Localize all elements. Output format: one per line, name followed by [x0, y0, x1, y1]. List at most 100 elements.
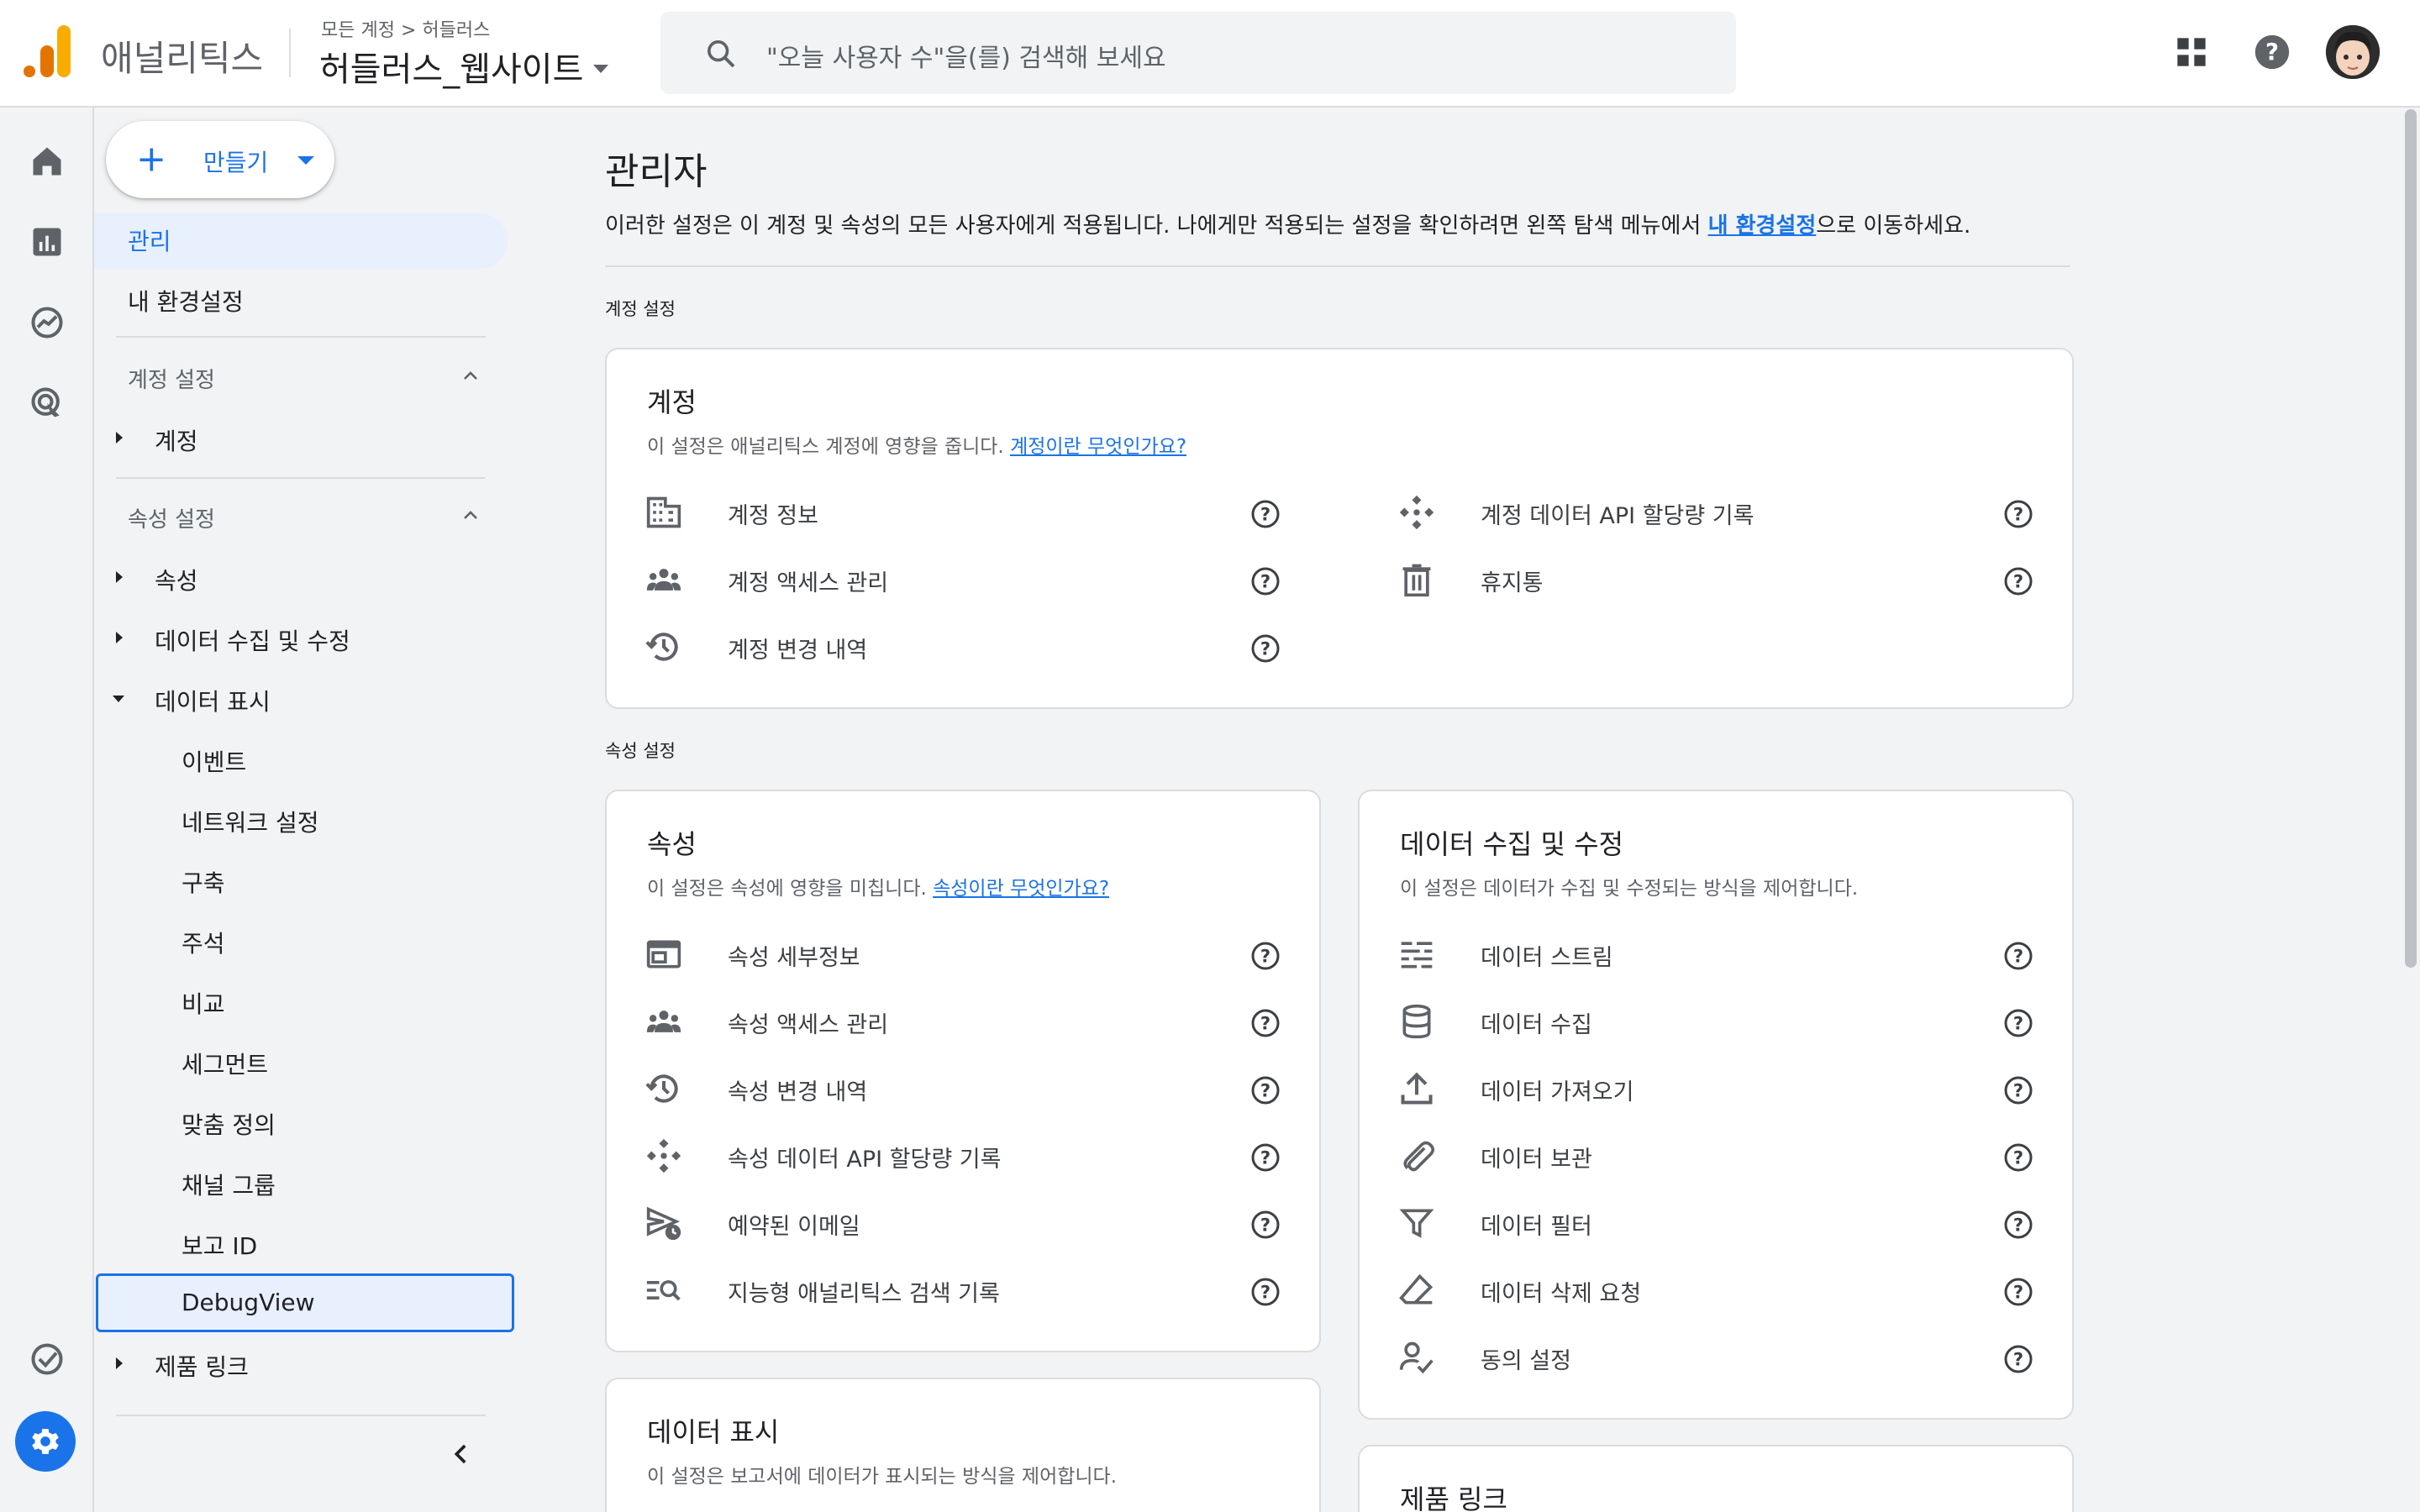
- help-icon[interactable]: ?: [2003, 1008, 2033, 1038]
- row-data-import[interactable]: 데이터 가져오기: [1481, 1074, 1634, 1106]
- svg-text:?: ?: [2013, 1215, 2023, 1236]
- property-selector[interactable]: 허들러스_웹사이트: [319, 42, 609, 91]
- scrollbar-thumb[interactable]: [2405, 109, 2417, 968]
- expand-arrow-icon[interactable]: [116, 571, 123, 583]
- row-property-details[interactable]: 속성 세부정보: [728, 939, 860, 972]
- my-settings-link[interactable]: 내 환경설정: [1708, 213, 1817, 239]
- nav-item-property[interactable]: 속성: [155, 563, 198, 596]
- nav-subitem-network-settings[interactable]: 네트워크 설정: [182, 805, 318, 838]
- row-trash[interactable]: 휴지통: [1481, 564, 1544, 597]
- account-card: 계정 이 설정은 애널리틱스 계정에 영향을 줍니다. 계정이란 무엇인가요? …: [605, 348, 2074, 709]
- building-icon: [646, 496, 681, 528]
- settings-gear-icon[interactable]: [15, 1411, 76, 1472]
- history-icon: [645, 633, 678, 661]
- row-data-deletion-requests[interactable]: 데이터 삭제 요청: [1481, 1275, 1641, 1308]
- analytics-logo-icon[interactable]: [24, 25, 71, 77]
- help-icon[interactable]: ?: [1250, 499, 1281, 529]
- help-icon[interactable]: ?: [2254, 34, 2291, 71]
- help-icon[interactable]: ?: [1250, 633, 1281, 664]
- row-property-api-quota[interactable]: 속성 데이터 API 할당량 기록: [728, 1141, 1001, 1173]
- what-is-account-link[interactable]: 계정이란 무엇인가요?: [1010, 436, 1186, 458]
- row-scheduled-emails[interactable]: 예약된 이메일: [728, 1208, 860, 1241]
- row-data-filters[interactable]: 데이터 필터: [1481, 1208, 1592, 1241]
- help-icon[interactable]: ?: [1250, 1142, 1281, 1173]
- help-icon[interactable]: ?: [1250, 1075, 1281, 1105]
- nav-subitem-debugview[interactable]: DebugView: [182, 1289, 315, 1316]
- breadcrumb[interactable]: 모든 계정 > 허들러스: [321, 15, 490, 42]
- help-icon[interactable]: ?: [1250, 1210, 1281, 1240]
- help-icon[interactable]: ?: [2003, 1277, 2033, 1307]
- history-icon: [645, 1074, 678, 1103]
- nav-subitem-events[interactable]: 이벤트: [182, 744, 246, 778]
- expand-arrow-icon[interactable]: [116, 432, 123, 444]
- chevron-up-icon[interactable]: [460, 366, 481, 386]
- nav-item-data-collection[interactable]: 데이터 수집 및 수정: [155, 623, 350, 657]
- row-data-collection[interactable]: 데이터 수집: [1481, 1006, 1592, 1039]
- filter-icon: [1399, 1209, 1434, 1238]
- card-description-text: 이 설정은 애널리틱스 계정에 영향을 줍니다.: [647, 436, 1011, 458]
- row-account-change-history[interactable]: 계정 변경 내역: [728, 632, 867, 664]
- row-account-details[interactable]: 계정 정보: [728, 497, 818, 530]
- user-avatar[interactable]: [2326, 25, 2380, 79]
- nav-subitem-reporting-id[interactable]: 보고 ID: [182, 1228, 257, 1262]
- nav-item-my-settings[interactable]: 내 환경설정: [128, 284, 244, 318]
- row-intelligence-search-history[interactable]: 지능형 애널리틱스 검색 기록: [728, 1275, 1000, 1308]
- divider: [605, 265, 2070, 267]
- expand-arrow-icon[interactable]: [116, 632, 123, 643]
- expand-arrow-icon[interactable]: [116, 1357, 123, 1369]
- help-icon[interactable]: ?: [2003, 1142, 2033, 1173]
- nav-subitem-build[interactable]: 구축: [182, 865, 225, 899]
- search-input[interactable]: "오늘 사용자 수"을(를) 검색해 보세요: [766, 37, 1166, 74]
- help-icon[interactable]: ?: [2003, 499, 2033, 529]
- brand-name[interactable]: 애널리틱스: [101, 30, 263, 81]
- nav-subitem-comparisons[interactable]: 비교: [182, 986, 225, 1020]
- reports-icon[interactable]: [29, 223, 66, 260]
- group-people-icon: [646, 569, 681, 591]
- help-icon[interactable]: ?: [1250, 941, 1281, 971]
- nav-item-product-links[interactable]: 제품 링크: [155, 1349, 249, 1383]
- help-icon[interactable]: ?: [2003, 941, 2033, 971]
- nav-subitem-custom-definitions[interactable]: 맞춤 정의: [182, 1107, 276, 1141]
- help-icon[interactable]: ?: [1250, 1008, 1281, 1038]
- create-button[interactable]: 만들기: [106, 121, 334, 198]
- nav-subitem-annotations[interactable]: 주석: [182, 926, 225, 959]
- nav-item-data-display[interactable]: 데이터 표시: [155, 684, 271, 717]
- search-bar[interactable]: "오늘 사용자 수"을(를) 검색해 보세요: [660, 12, 1736, 94]
- help-icon[interactable]: ?: [1250, 566, 1281, 596]
- row-data-streams[interactable]: 데이터 스트림: [1481, 939, 1613, 972]
- row-data-retention[interactable]: 데이터 보관: [1481, 1141, 1592, 1173]
- help-icon[interactable]: ?: [2003, 1075, 2033, 1105]
- apps-grid-icon[interactable]: [2175, 35, 2208, 69]
- svg-text:?: ?: [1260, 505, 1270, 525]
- help-icon[interactable]: ?: [1250, 1277, 1281, 1307]
- what-is-property-link[interactable]: 속성이란 무엇인가요?: [933, 878, 1109, 900]
- row-property-change-history[interactable]: 속성 변경 내역: [728, 1074, 867, 1106]
- nav-subitem-channel-groups[interactable]: 채널 그룹: [182, 1168, 276, 1201]
- help-icon[interactable]: ?: [2003, 1344, 2033, 1374]
- collapse-arrow-icon[interactable]: [113, 696, 124, 702]
- section-property-settings[interactable]: 속성 설정: [128, 502, 215, 533]
- help-icon[interactable]: ?: [2003, 566, 2033, 596]
- nav-item-admin-label[interactable]: 관리: [128, 223, 171, 257]
- section-account-settings[interactable]: 계정 설정: [128, 363, 215, 394]
- check-circle-icon[interactable]: [29, 1341, 66, 1378]
- home-icon[interactable]: [29, 143, 66, 180]
- top-app-bar: 애널리틱스 모든 계정 > 허들러스 허들러스_웹사이트 "오늘 사용자 수"을…: [0, 0, 2420, 108]
- product-links-card: 제품 링크: [1358, 1445, 2074, 1512]
- explore-icon[interactable]: [29, 304, 66, 341]
- chevron-left-icon[interactable]: [447, 1440, 476, 1468]
- row-account-api-quota[interactable]: 계정 데이터 API 할당량 기록: [1481, 497, 1754, 530]
- help-icon[interactable]: ?: [2003, 1210, 2033, 1240]
- row-consent-settings[interactable]: 동의 설정: [1481, 1342, 1571, 1375]
- left-rail: [0, 108, 94, 1512]
- advertising-icon[interactable]: [29, 385, 66, 422]
- chevron-up-icon[interactable]: [460, 506, 481, 526]
- row-account-access[interactable]: 계정 액세스 관리: [728, 564, 888, 597]
- upload-icon: [1401, 1072, 1433, 1105]
- plus-icon: [139, 148, 163, 171]
- row-property-access[interactable]: 속성 액세스 관리: [728, 1006, 888, 1039]
- database-icon: [1402, 1004, 1431, 1039]
- nav-subitem-segments[interactable]: 세그먼트: [182, 1047, 268, 1080]
- nav-item-account[interactable]: 계정: [155, 423, 198, 457]
- svg-text:?: ?: [2013, 1283, 2023, 1303]
